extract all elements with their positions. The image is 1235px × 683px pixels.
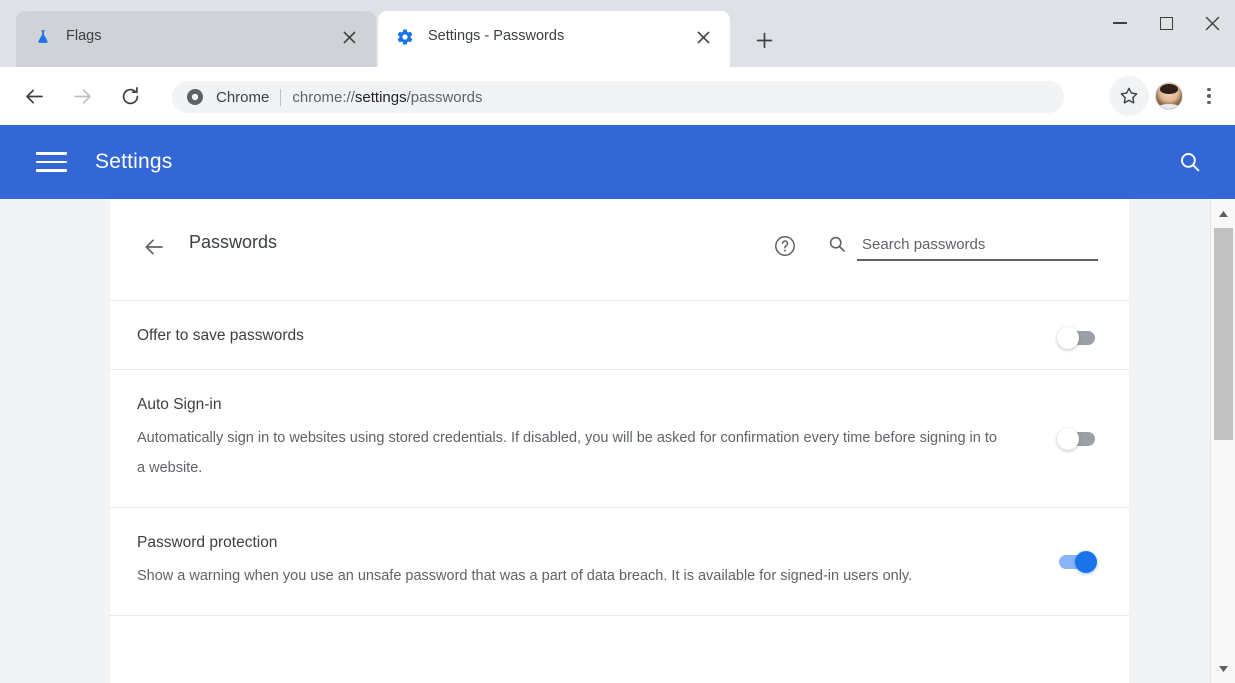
hamburger-menu-icon[interactable] (36, 152, 67, 172)
chrome-logo-icon (186, 88, 204, 106)
window-controls (1097, 0, 1235, 46)
search-icon (828, 235, 846, 253)
star-icon[interactable] (1109, 76, 1149, 116)
url-scheme: chrome:// (292, 88, 355, 106)
setting-title (137, 640, 1129, 662)
setting-title: Offer to save passwords (137, 327, 304, 344)
setting-description: Show a warning when you use an unsafe pa… (137, 568, 913, 584)
close-window-button[interactable] (1189, 0, 1235, 46)
back-button[interactable] (14, 76, 54, 116)
vertical-scrollbar[interactable] (1210, 199, 1235, 683)
tab-flags[interactable]: Flags (16, 11, 376, 67)
flask-icon (34, 28, 52, 46)
reload-button[interactable] (110, 76, 150, 116)
setting-row-auto-sign-in: Auto Sign-in Automatically sign in to we… (110, 369, 1129, 507)
setting-description: Automatically sign in to websites using … (137, 430, 997, 476)
minimize-button[interactable] (1097, 0, 1143, 46)
tab-strip: Flags Settings - Passwords (0, 0, 1235, 67)
toolbar-actions (1109, 76, 1235, 116)
scrollbar-thumb[interactable] (1214, 228, 1233, 440)
three-dot-menu-icon[interactable] (1189, 76, 1229, 116)
page-title: Passwords (189, 232, 278, 252)
maximize-button[interactable] (1143, 0, 1189, 46)
browser-window: Flags Settings - Passwords Chrome chrome… (0, 0, 1235, 683)
setting-title: Password protection (137, 534, 278, 551)
new-tab-button[interactable] (748, 24, 780, 56)
url-path: /passwords (406, 88, 483, 106)
close-icon[interactable] (336, 24, 362, 50)
passwords-card-header: Passwords (110, 199, 1129, 300)
browser-toolbar: Chrome chrome://settings/passwords (0, 67, 1235, 125)
omnibox-divider (280, 88, 282, 106)
tab-title: Settings - Passwords (428, 28, 565, 44)
url-text: chrome://settings/passwords (292, 89, 482, 106)
back-arrow-icon[interactable] (138, 231, 170, 263)
settings-app-header: Settings (0, 125, 1235, 199)
scroll-up-arrow-icon[interactable] (1211, 202, 1235, 226)
offer-to-save-passwords-toggle[interactable] (1057, 327, 1095, 349)
url-host: settings (354, 88, 407, 106)
close-icon[interactable] (690, 24, 716, 50)
gear-icon (396, 28, 414, 46)
avatar[interactable] (1149, 76, 1189, 116)
security-chip-label: Chrome (216, 88, 270, 106)
tab-title: Flags (66, 28, 102, 44)
passwords-card: Passwords Search passwords Offer to save… (110, 199, 1129, 683)
scroll-down-arrow-icon[interactable] (1211, 657, 1235, 681)
setting-row-next-clipped (110, 615, 1129, 683)
password-protection-toggle[interactable] (1059, 550, 1097, 573)
settings-page-body: Passwords Search passwords Offer to save… (0, 199, 1210, 683)
auto-sign-in-toggle[interactable] (1057, 427, 1095, 450)
setting-title: Auto Sign-in (137, 396, 222, 413)
search-input[interactable] (862, 233, 1088, 255)
search-underline (857, 259, 1098, 261)
address-bar[interactable]: Chrome chrome://settings/passwords (172, 81, 1064, 113)
settings-title: Settings (95, 150, 173, 173)
setting-row-password-protection: Password protection Show a warning when … (110, 507, 1129, 615)
tab-settings-passwords[interactable]: Settings - Passwords (378, 11, 730, 67)
setting-row-offer-to-save-passwords: Offer to save passwords (110, 300, 1129, 369)
forward-button[interactable] (62, 76, 102, 116)
help-circle-icon[interactable] (771, 232, 799, 260)
search-icon[interactable] (1175, 147, 1205, 177)
search-passwords-field[interactable] (828, 229, 1098, 261)
